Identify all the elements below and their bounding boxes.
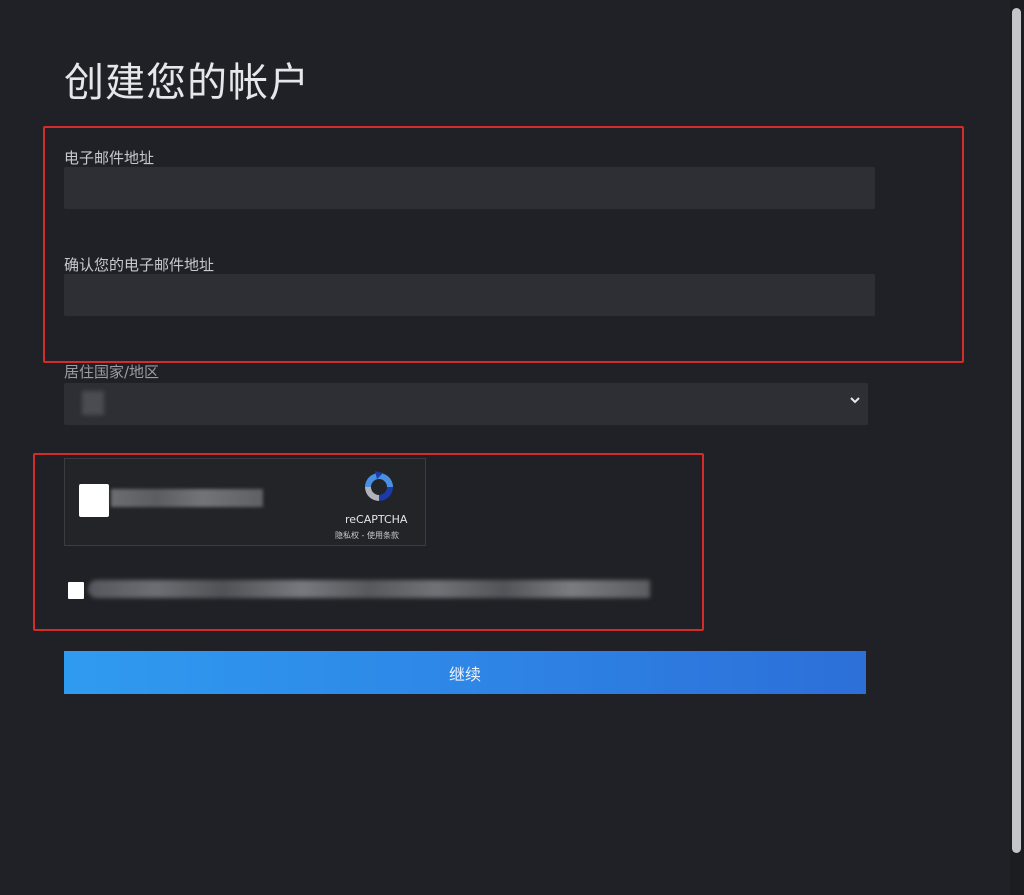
create-account-page: 创建您的帐户 电子邮件地址 确认您的电子邮件地址 居住国家/地区 reCAPTC… bbox=[0, 0, 1024, 895]
recaptcha-brand: reCAPTCHA bbox=[345, 513, 408, 526]
recaptcha-widget: reCAPTCHA 隐私权 - 使用条款 bbox=[64, 458, 426, 546]
page-title: 创建您的帐户 bbox=[64, 60, 310, 106]
country-label: 居住国家/地区 bbox=[64, 363, 160, 381]
recaptcha-logo-icon bbox=[361, 469, 397, 505]
terms-row bbox=[68, 576, 658, 604]
country-select[interactable] bbox=[64, 383, 868, 425]
captcha-checkbox[interactable] bbox=[79, 484, 109, 517]
recaptcha-links[interactable]: 隐私权 - 使用条款 bbox=[335, 530, 399, 541]
terms-text-redacted bbox=[88, 580, 650, 598]
confirm-email-input[interactable] bbox=[64, 274, 875, 316]
continue-button[interactable]: 继续 bbox=[64, 651, 866, 694]
terms-checkbox[interactable] bbox=[68, 582, 84, 599]
country-value-redacted bbox=[82, 391, 104, 415]
scrollbar-thumb[interactable] bbox=[1012, 8, 1021, 853]
confirm-email-label: 确认您的电子邮件地址 bbox=[64, 256, 215, 274]
captcha-label-redacted bbox=[111, 489, 263, 507]
chevron-down-icon bbox=[848, 392, 862, 412]
email-input[interactable] bbox=[64, 167, 875, 209]
email-label: 电子邮件地址 bbox=[64, 149, 155, 167]
highlight-email-fields bbox=[43, 126, 964, 363]
